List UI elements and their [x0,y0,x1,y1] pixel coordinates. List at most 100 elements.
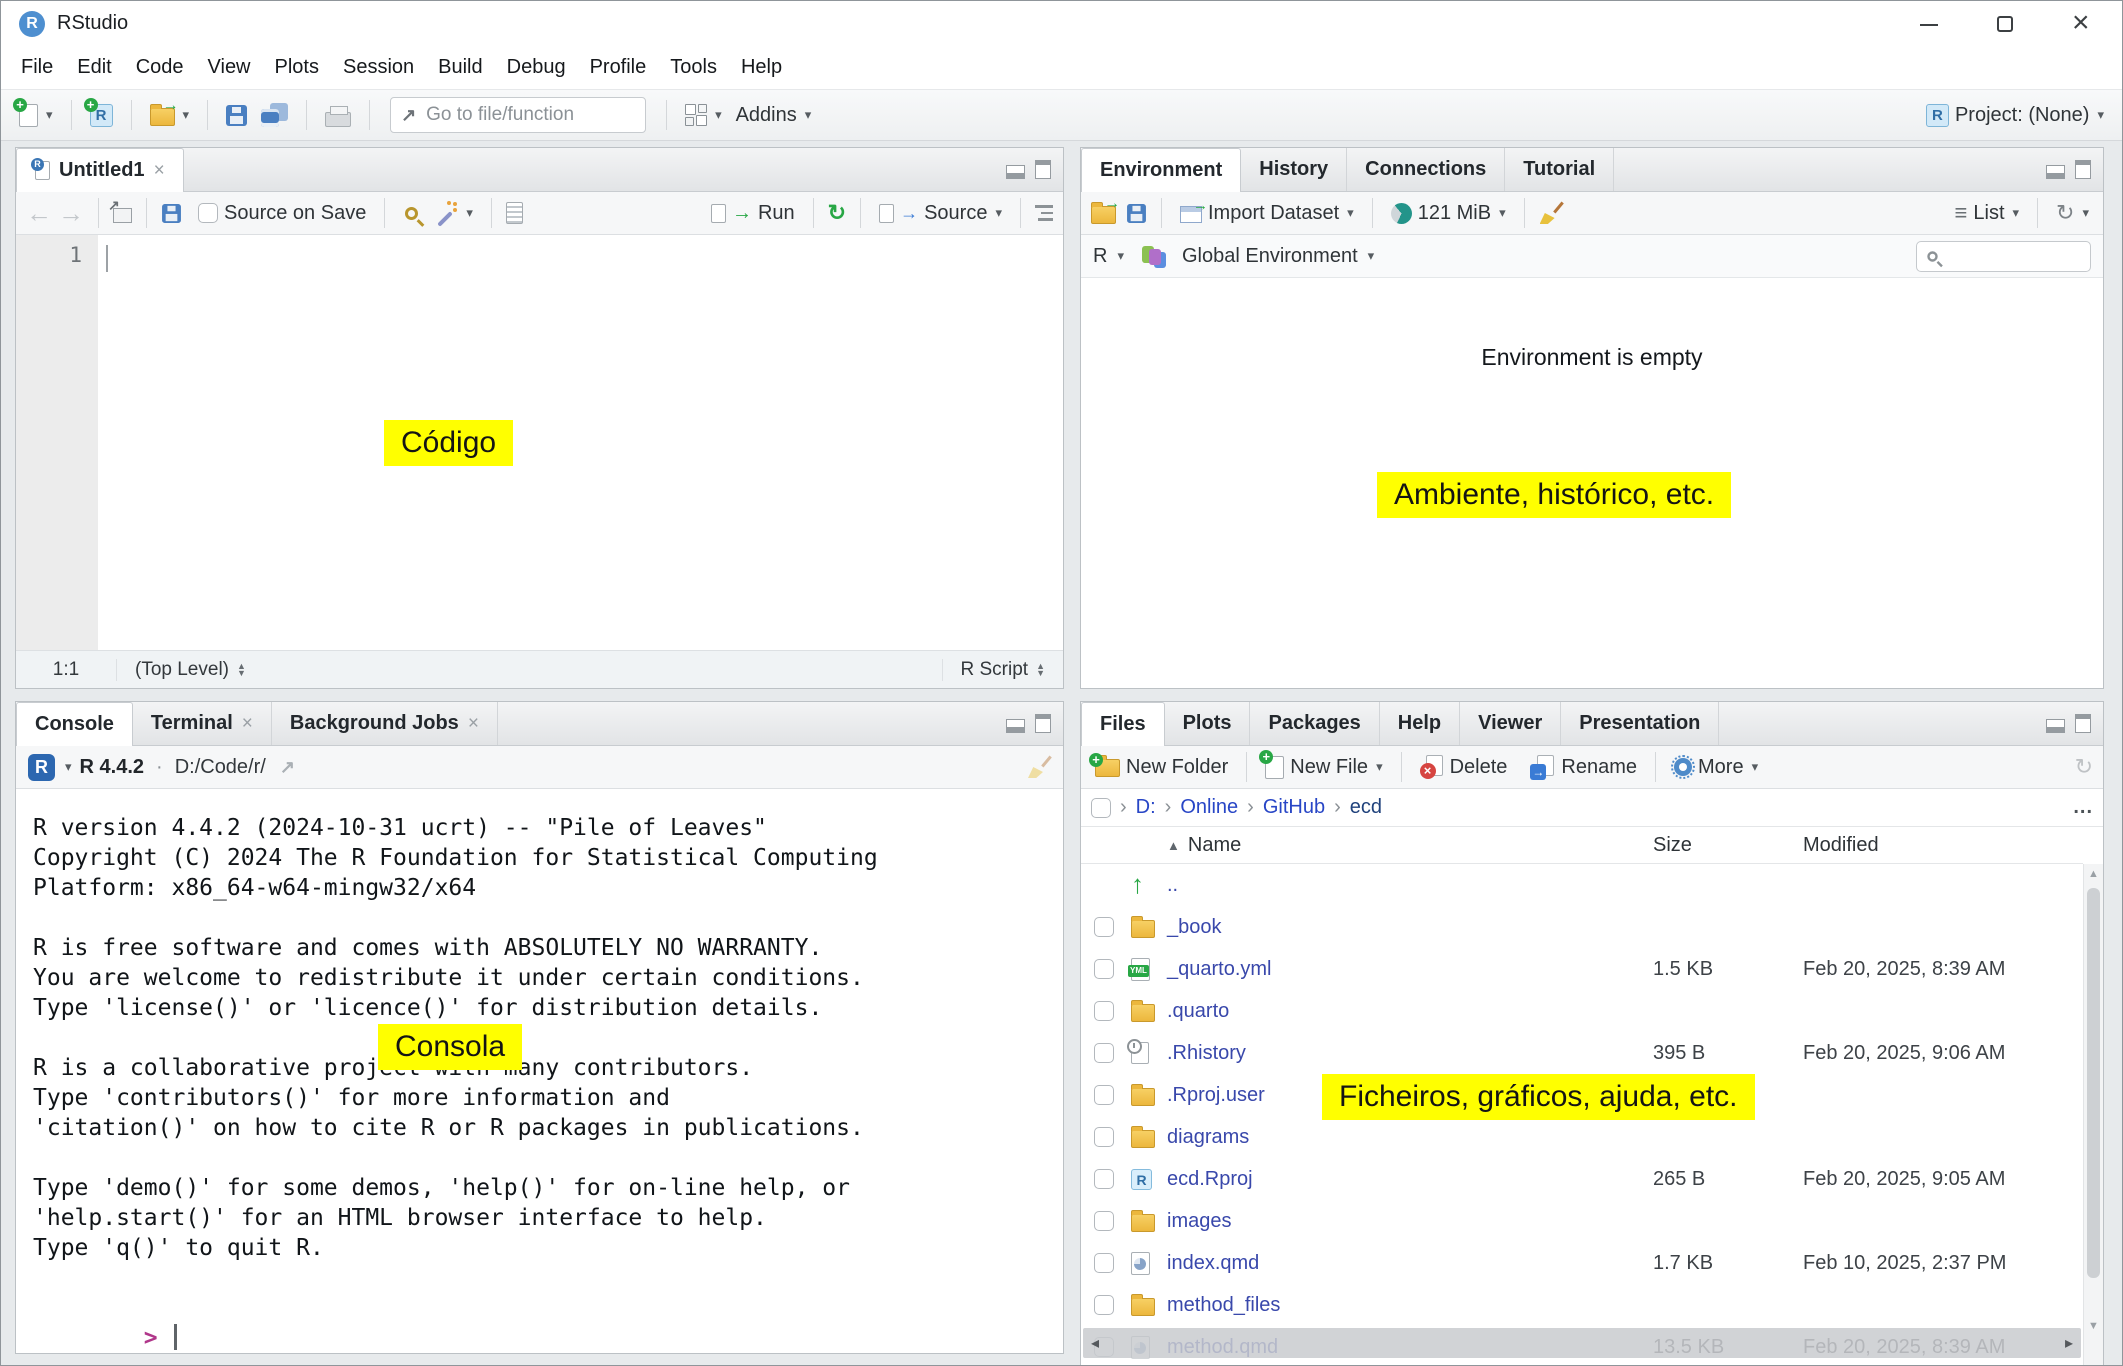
table-row[interactable]: ecd.Rproj 265 B Feb 20, 2025, 9:05 AM [1081,1158,2083,1200]
list-view-button[interactable]: ≡ List ▾ [1951,200,2024,226]
table-row[interactable]: images [1081,1200,2083,1242]
load-workspace-icon[interactable]: → [1091,206,1116,224]
refresh-environment-button[interactable]: ↻ ▾ [2052,200,2093,226]
compile-report-icon[interactable] [506,202,523,224]
source-on-save-checkbox[interactable] [198,203,218,223]
new-folder-button[interactable]: New Folder [1091,756,1232,779]
minimize-pane-icon[interactable] [2046,165,2065,179]
scroll-left-icon[interactable]: ◂ [1091,1333,1099,1353]
chevron-down-icon[interactable]: ▾ [1368,248,1375,264]
chevron-down-icon[interactable]: ▾ [1117,248,1124,264]
find-replace-icon[interactable] [405,207,418,220]
clear-environment-broom-icon[interactable] [1539,201,1563,225]
tab[interactable]: Environment [1081,148,1241,192]
minimize-pane-icon[interactable] [2046,719,2065,733]
table-row[interactable]: _book [1081,906,2083,948]
tab[interactable]: Terminal × [133,702,272,745]
r-version-icon[interactable]: R [28,754,55,781]
breadcrumb-item[interactable]: Online [1156,796,1238,819]
menu-item[interactable]: Build [426,56,494,79]
file-name-link[interactable]: method_files [1167,1294,1653,1317]
scope-selector[interactable]: (Top Level) ▲▼ [116,659,942,681]
table-row[interactable]: .. [1081,864,2083,906]
rename-button[interactable]: Rename [1527,755,1641,779]
column-header-modified[interactable]: Modified [1803,834,2083,857]
forward-icon[interactable]: → [58,203,84,223]
back-icon[interactable]: ← [26,203,52,223]
more-button[interactable]: More ▾ [1670,756,1762,779]
chevron-down-icon[interactable]: ▾ [1499,205,1506,221]
close-icon[interactable]: × [242,713,253,735]
tab-untitled1[interactable]: Untitled1 × [16,148,184,192]
workspace-panes-button[interactable]: ▾ [681,104,726,126]
row-checkbox[interactable] [1094,1253,1114,1273]
new-project-button[interactable] [86,104,117,127]
tab[interactable]: Connections [1347,148,1505,191]
row-checkbox[interactable] [1094,1085,1114,1105]
row-checkbox[interactable] [1094,1043,1114,1063]
table-row[interactable]: method_files [1081,1284,2083,1326]
save-all-button[interactable] [257,103,292,127]
delete-button[interactable]: Delete [1416,755,1512,779]
table-row[interactable]: index.qmd 1.7 KB Feb 10, 2025, 2:37 PM [1081,1242,2083,1284]
save-button[interactable] [222,105,251,126]
scroll-up-icon[interactable]: ▲ [2084,868,2103,880]
scroll-down-icon[interactable]: ▼ [2084,1320,2103,1332]
path-ellipsis-button[interactable]: ... [2073,796,2093,819]
goto-file-search[interactable]: ↗ [390,97,646,133]
file-type-selector[interactable]: R Script ▲▼ [942,659,1064,681]
window-close-button[interactable] [2072,15,2090,33]
file-name-link[interactable]: _book [1167,916,1653,939]
file-name-link[interactable]: .. [1167,874,1653,897]
file-name-link[interactable]: diagrams [1167,1126,1653,1149]
column-header-size[interactable]: Size [1653,834,1803,857]
tab[interactable]: Packages [1250,702,1379,745]
code-tools-button[interactable]: ▾ [430,201,477,225]
row-checkbox[interactable] [1094,959,1114,979]
maximize-pane-icon[interactable] [1035,714,1051,733]
environment-selector[interactable]: Global Environment [1182,245,1358,268]
rerun-icon[interactable]: ↻ [828,200,846,226]
window-minimize-button[interactable] [1920,15,1938,33]
menu-item[interactable]: Tools [658,56,729,79]
scroll-right-icon[interactable]: ▸ [2065,1333,2073,1353]
chevron-down-icon[interactable]: ▾ [1347,205,1354,221]
maximize-pane-icon[interactable] [2075,714,2091,733]
file-name-link[interactable]: .quarto [1167,1000,1653,1023]
chevron-down-icon[interactable]: ▾ [2013,205,2020,221]
memory-usage-button[interactable]: 121 MiB ▾ [1387,202,1510,225]
environment-search-input[interactable] [1947,245,2081,268]
table-row[interactable]: _quarto.yml 1.5 KB Feb 20, 2025, 8:39 AM [1081,948,2083,990]
menu-item[interactable]: Edit [65,56,123,79]
chevron-down-icon[interactable]: ▾ [183,107,190,123]
project-menu-button[interactable]: Project: (None) ▾ [1922,104,2108,127]
file-name-link[interactable]: images [1167,1210,1653,1233]
tab[interactable]: Presentation [1561,702,1719,745]
chevron-down-icon[interactable]: ▾ [1376,759,1383,775]
menu-item[interactable]: Code [124,56,196,79]
console-prompt-line[interactable]: > [33,1293,1063,1353]
row-checkbox[interactable] [1094,1001,1114,1021]
tab[interactable]: Console [16,702,133,746]
row-checkbox[interactable] [1094,917,1114,937]
maximize-pane-icon[interactable] [1035,160,1051,179]
save-icon[interactable] [162,204,181,223]
minimize-pane-icon[interactable] [1006,165,1025,179]
run-button[interactable]: → Run [707,202,799,225]
row-checkbox[interactable] [1094,1127,1114,1147]
clear-console-broom-icon[interactable] [1027,755,1051,779]
row-checkbox[interactable] [1094,1211,1114,1231]
document-outline-icon[interactable] [1035,205,1053,221]
scrollbar-thumb[interactable] [2087,888,2100,1278]
open-in-window-icon[interactable] [113,208,132,223]
menu-item[interactable]: View [196,56,263,79]
breadcrumb-item[interactable]: GitHub [1238,796,1325,819]
close-icon[interactable]: × [154,160,165,182]
menu-item[interactable]: Profile [578,56,659,79]
new-file-button[interactable]: ▾ [15,104,57,127]
tab[interactable]: Plots [1165,702,1251,745]
tab[interactable]: Files [1081,702,1165,746]
vertical-scrollbar[interactable]: ▲ ▼ [2083,864,2103,1366]
code-area[interactable] [98,235,1063,650]
tab[interactable]: Help [1380,702,1460,745]
